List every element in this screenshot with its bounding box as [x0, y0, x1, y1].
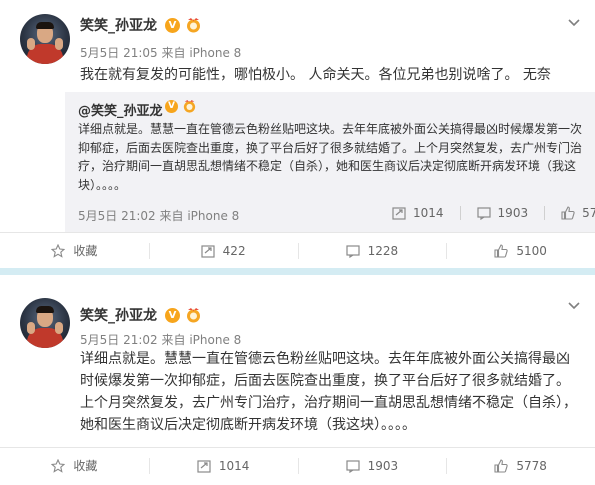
like-button[interactable]: 5778: [446, 448, 595, 483]
author-name[interactable]: 笑笑_孙亚龙: [80, 15, 157, 35]
post-meta: 5月5日 21:02 来自 iPhone 8: [80, 331, 241, 348]
post-meta: 5月5日 21:05 来自 iPhone 8: [80, 44, 241, 61]
like-count: 5100: [516, 243, 547, 258]
chevron-down-icon[interactable]: [566, 297, 582, 313]
post-text: 我在就有复发的可能性，哪怕极小。 人命关天。各位兄弟也别说啥了。 无奈: [80, 67, 551, 83]
repost-quote[interactable]: @笑笑_孙亚龙 V 详细点就是。慧慧一直在管德云色粉丝贴吧这块。去年年底被外面公…: [65, 92, 595, 232]
weibo-post-1: 笑笑_孙亚龙 V 5月5日 21:05 来自 iPhone 8 我在就有复发的可…: [0, 0, 595, 268]
quote-comment-button[interactable]: 1903: [476, 206, 529, 220]
quote-like-button[interactable]: 5778: [561, 206, 595, 220]
quote-repost-button[interactable]: 1014: [392, 206, 444, 220]
medal-icon: [183, 100, 196, 113]
quote-repost-count: 1014: [413, 206, 444, 220]
quote-time[interactable]: 5月5日 21:02: [78, 209, 156, 223]
comment-count: 1903: [367, 458, 399, 473]
comment-button[interactable]: 1903: [297, 448, 447, 483]
verified-badge-icon: V: [165, 100, 178, 113]
quote-meta: 5月5日 21:02 来自 iPhone 8: [78, 207, 239, 224]
quote-like-count: 5778: [582, 206, 595, 220]
post-action-bar: 收藏 422 1228 5100: [0, 232, 595, 268]
author-avatar[interactable]: [20, 298, 70, 348]
medal-icon: [187, 308, 200, 323]
thumbs-up-icon: [494, 458, 509, 473]
repost-icon: [392, 207, 406, 220]
repost-icon: [197, 459, 211, 473]
favorite-button[interactable]: 收藏: [0, 448, 149, 483]
weibo-post-2: 笑笑_孙亚龙 V 5月5日 21:02 来自 iPhone 8 详细点就是。慧慧…: [0, 275, 595, 485]
chevron-down-icon[interactable]: [566, 14, 582, 30]
post-text: 详细点就是。慧慧一直在管德云色粉丝贴吧这块。去年年底被外面公关搞得最凶时候爆发第…: [80, 351, 577, 433]
comment-icon: [476, 207, 491, 220]
quote-stats: 1014 1903 5778: [392, 206, 595, 220]
favorite-button[interactable]: 收藏: [0, 233, 149, 268]
feed-divider: [0, 268, 595, 275]
quote-comment-count: 1903: [497, 206, 529, 220]
medal-icon: [187, 18, 200, 33]
post-action-bar: 收藏 1014 1903 5778: [0, 447, 595, 483]
comment-button[interactable]: 1228: [297, 233, 447, 268]
repost-icon: [201, 244, 215, 258]
repost-button[interactable]: 422: [148, 233, 298, 268]
verified-badge-icon: V: [165, 308, 180, 323]
post-source: 来自 iPhone 8: [161, 46, 242, 60]
author-name[interactable]: 笑笑_孙亚龙: [80, 305, 157, 325]
comment-icon: [345, 244, 360, 258]
thumbs-up-icon: [494, 243, 509, 258]
author-avatar[interactable]: [20, 14, 70, 64]
like-button[interactable]: 5100: [446, 233, 595, 268]
post-time[interactable]: 5月5日 21:02: [80, 333, 158, 347]
repost-count: 1014: [218, 458, 250, 473]
post-source: 来自 iPhone 8: [161, 333, 242, 347]
post-time[interactable]: 5月5日 21:05: [80, 46, 158, 60]
quote-source: 来自 iPhone 8: [159, 209, 240, 223]
repost-count: 422: [222, 243, 246, 258]
comment-count: 1228: [367, 243, 399, 258]
comment-icon: [345, 459, 360, 473]
quote-author[interactable]: @笑笑_孙亚龙: [78, 100, 163, 119]
like-count: 5778: [516, 458, 547, 473]
thumbs-up-icon: [561, 206, 575, 220]
repost-button[interactable]: 1014: [148, 448, 298, 483]
star-icon: [51, 243, 66, 258]
favorite-label: 收藏: [73, 244, 98, 258]
favorite-label: 收藏: [73, 459, 98, 473]
quote-text: 详细点就是。慧慧一直在管德云色粉丝贴吧这块。去年年底被外面公关搞得最凶时候爆发第…: [78, 122, 583, 193]
star-icon: [51, 458, 66, 473]
verified-badge-icon: V: [165, 18, 180, 33]
